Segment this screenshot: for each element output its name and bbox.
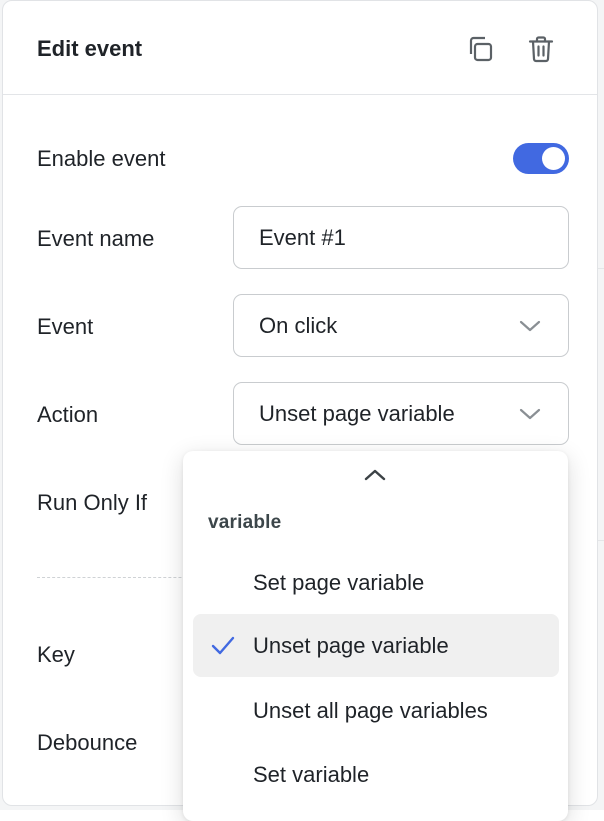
dropdown-option-unset-page-variable[interactable]: Unset page variable — [193, 614, 559, 677]
run-only-if-label: Run Only If — [37, 490, 148, 515]
enable-event-label: Enable event — [37, 146, 166, 171]
option-label: Unset all page variables — [253, 697, 488, 723]
action-label: Action — [37, 402, 99, 427]
event-name-input[interactable] — [259, 224, 539, 251]
dropdown-option-unset-all-page-variables[interactable]: Unset all page variables — [193, 679, 559, 742]
chevron-down-icon — [519, 408, 541, 420]
chevron-up-icon[interactable] — [362, 466, 388, 484]
option-label: Set page variable — [253, 569, 425, 595]
dropdown-group-label: variable — [208, 512, 282, 533]
checkmark-icon — [211, 636, 235, 655]
event-select[interactable]: On click — [233, 294, 569, 357]
panel-title: Edit event — [37, 36, 143, 61]
key-label: Key — [37, 642, 75, 667]
enable-event-toggle[interactable] — [513, 143, 569, 174]
toggle-knob — [542, 147, 565, 170]
duplicate-button[interactable] — [462, 31, 498, 67]
action-select-value: Unset page variable — [259, 400, 455, 426]
event-name-field[interactable] — [233, 206, 569, 269]
trash-icon — [528, 36, 554, 63]
panel-header: Edit event — [3, 1, 597, 95]
event-select-value: On click — [259, 312, 338, 338]
event-label: Event — [37, 314, 94, 339]
copy-icon — [469, 36, 493, 62]
action-dropdown-menu: variable Set page variable Unset page va… — [183, 451, 568, 821]
dropdown-option-set-page-variable[interactable]: Set page variable — [193, 551, 559, 614]
chevron-down-icon — [519, 320, 541, 332]
option-label: Unset page variable — [253, 632, 449, 658]
option-label: Set variable — [253, 761, 370, 787]
debounce-label: Debounce — [37, 730, 138, 755]
delete-button[interactable] — [523, 31, 559, 67]
event-name-label: Event name — [37, 226, 155, 251]
action-select[interactable]: Unset page variable — [233, 382, 569, 445]
dropdown-option-set-variable[interactable]: Set variable — [193, 743, 559, 806]
